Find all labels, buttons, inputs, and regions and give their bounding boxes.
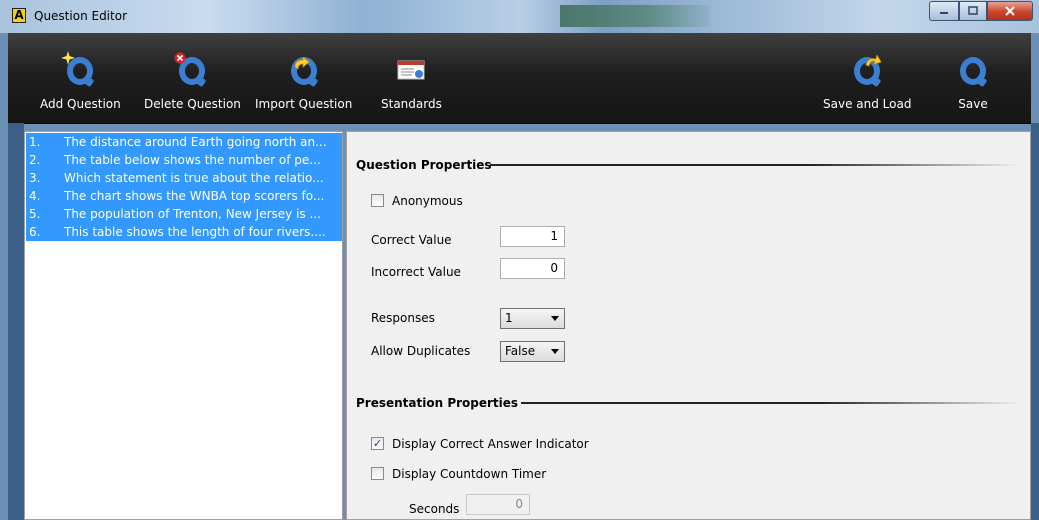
window-controls (929, 1, 1033, 23)
section-divider (521, 402, 1020, 404)
standards-button[interactable]: Standards (381, 33, 442, 123)
close-button[interactable] (987, 1, 1033, 21)
save-icon (956, 55, 990, 89)
properties-pane: Question Properties Anonymous Correct Va… (346, 131, 1031, 520)
incorrect-value-label: Incorrect Value (371, 265, 461, 279)
save-and-load-button[interactable]: Save and Load (823, 33, 911, 123)
display-countdown-label: Display Countdown Timer (392, 467, 547, 481)
question-list: 1. The distance around Earth going north … (26, 133, 342, 241)
add-question-button[interactable]: Add Question (40, 33, 121, 123)
display-correct-answer-label: Display Correct Answer Indicator (392, 437, 589, 451)
chevron-down-icon (551, 349, 559, 354)
standards-label: Standards (381, 97, 442, 111)
presentation-properties-heading: Presentation Properties (356, 396, 519, 410)
question-editor-window: A Question Editor Add Question Delete Qu… (0, 0, 1039, 520)
import-question-button[interactable]: Import Question (255, 33, 352, 123)
allow-duplicates-label: Allow Duplicates (371, 344, 471, 358)
display-correct-answer-checkbox[interactable]: ✓ (371, 437, 384, 450)
list-item[interactable]: 1. The distance around Earth going north … (26, 133, 342, 151)
seconds-input[interactable]: 0 (466, 494, 530, 515)
incorrect-value-input[interactable]: 0 (500, 258, 565, 279)
responses-dropdown[interactable]: 1 (500, 308, 565, 329)
toolbar: Add Question Delete Question Import Ques… (8, 33, 1031, 124)
allow-duplicates-dropdown[interactable]: False (500, 341, 565, 362)
list-item[interactable]: 2. The table below shows the number of pe… (26, 151, 342, 169)
add-question-label: Add Question (40, 97, 121, 111)
window-frame-right (1031, 123, 1039, 520)
title-bar: A Question Editor (0, 0, 1039, 33)
close-icon (1005, 6, 1015, 16)
add-question-icon (61, 51, 97, 89)
maximize-button[interactable] (959, 1, 987, 21)
window-title: Question Editor (34, 9, 127, 23)
allow-duplicates-value: False (505, 344, 536, 358)
title-bar-decoration (560, 5, 710, 27)
save-and-load-icon (850, 55, 884, 89)
app-logo-icon: A (12, 8, 26, 23)
correct-value-input[interactable]: 1 (500, 226, 565, 247)
question-properties-heading: Question Properties (356, 158, 492, 172)
delete-question-icon (174, 52, 209, 89)
minimize-icon (940, 12, 948, 14)
minimize-button[interactable] (929, 1, 959, 21)
save-and-load-label: Save and Load (823, 97, 912, 111)
responses-value: 1 (505, 311, 513, 325)
certificate-icon (394, 55, 428, 89)
window-frame-left (8, 123, 24, 520)
list-item[interactable]: 3. Which statement is true about the rela… (26, 169, 342, 187)
delete-question-label: Delete Question (144, 97, 241, 111)
delete-question-button[interactable]: Delete Question (144, 33, 241, 123)
save-label: Save (958, 97, 988, 111)
import-question-icon (287, 55, 321, 89)
save-button[interactable]: Save (956, 33, 990, 123)
anonymous-label: Anonymous (392, 194, 463, 208)
question-list-pane: 1. The distance around Earth going north … (24, 131, 343, 520)
correct-value-label: Correct Value (371, 233, 452, 247)
seconds-label: Seconds (409, 502, 460, 516)
chevron-down-icon (551, 316, 559, 321)
section-divider (490, 164, 1020, 166)
list-item[interactable]: 4. The chart shows the WNBA top scorers f… (26, 187, 342, 205)
import-question-label: Import Question (255, 97, 353, 111)
list-item[interactable]: 5. The population of Trenton, New Jersey … (26, 205, 342, 223)
maximize-icon (968, 6, 978, 15)
display-countdown-checkbox[interactable] (371, 467, 384, 480)
anonymous-checkbox[interactable] (371, 194, 384, 207)
list-item[interactable]: 6. This table shows the length of four ri… (26, 223, 342, 241)
responses-label: Responses (371, 311, 435, 325)
